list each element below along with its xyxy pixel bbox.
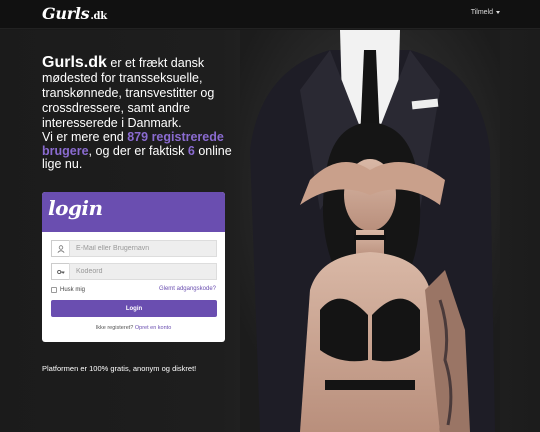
signup-dropdown-label: Tilmeld: [470, 9, 493, 16]
stats-middle: , og der er faktisk: [88, 143, 188, 158]
intro-text: Gurls.dk er et frækt dansk mødested for …: [42, 55, 238, 131]
email-field-group: [51, 240, 217, 257]
remember-checkbox[interactable]: [51, 287, 57, 293]
login-header: login: [42, 192, 225, 232]
register-prompt: Ikke registeret? Opret en konto: [42, 325, 225, 331]
forgot-password-link[interactable]: Glemt adgangskode?: [159, 286, 216, 292]
password-field-group: [51, 263, 217, 280]
login-card: login Husk mig Glemt adgangskode? Login …: [42, 192, 225, 342]
hero-photo: [240, 30, 500, 432]
key-icon: [51, 263, 69, 280]
email-input[interactable]: [69, 240, 217, 257]
caret-down-icon: [496, 11, 500, 14]
register-prompt-text: Ikke registeret?: [95, 325, 134, 331]
login-title: login: [48, 196, 103, 220]
user-icon: [51, 240, 69, 257]
register-link[interactable]: Opret en konto: [135, 325, 171, 331]
tagline: Platformen er 100% gratis, anonym og dis…: [42, 364, 197, 373]
brand-logo[interactable]: Gurls.dk: [42, 4, 107, 23]
password-input[interactable]: [69, 263, 217, 280]
remember-me[interactable]: Husk mig: [51, 287, 85, 293]
online-count: 6: [187, 143, 195, 158]
signup-dropdown[interactable]: Tilmeld: [471, 9, 500, 16]
site-name: Gurls.dk: [42, 54, 107, 71]
login-button[interactable]: Login: [51, 300, 217, 317]
navbar: Gurls.dk Tilmeld: [0, 0, 540, 29]
remember-label: Husk mig: [60, 287, 86, 293]
stats-text: Vi er mere end 879 registrerede brugere,…: [42, 130, 238, 172]
stats-prefix: Vi er mere end: [42, 130, 128, 144]
